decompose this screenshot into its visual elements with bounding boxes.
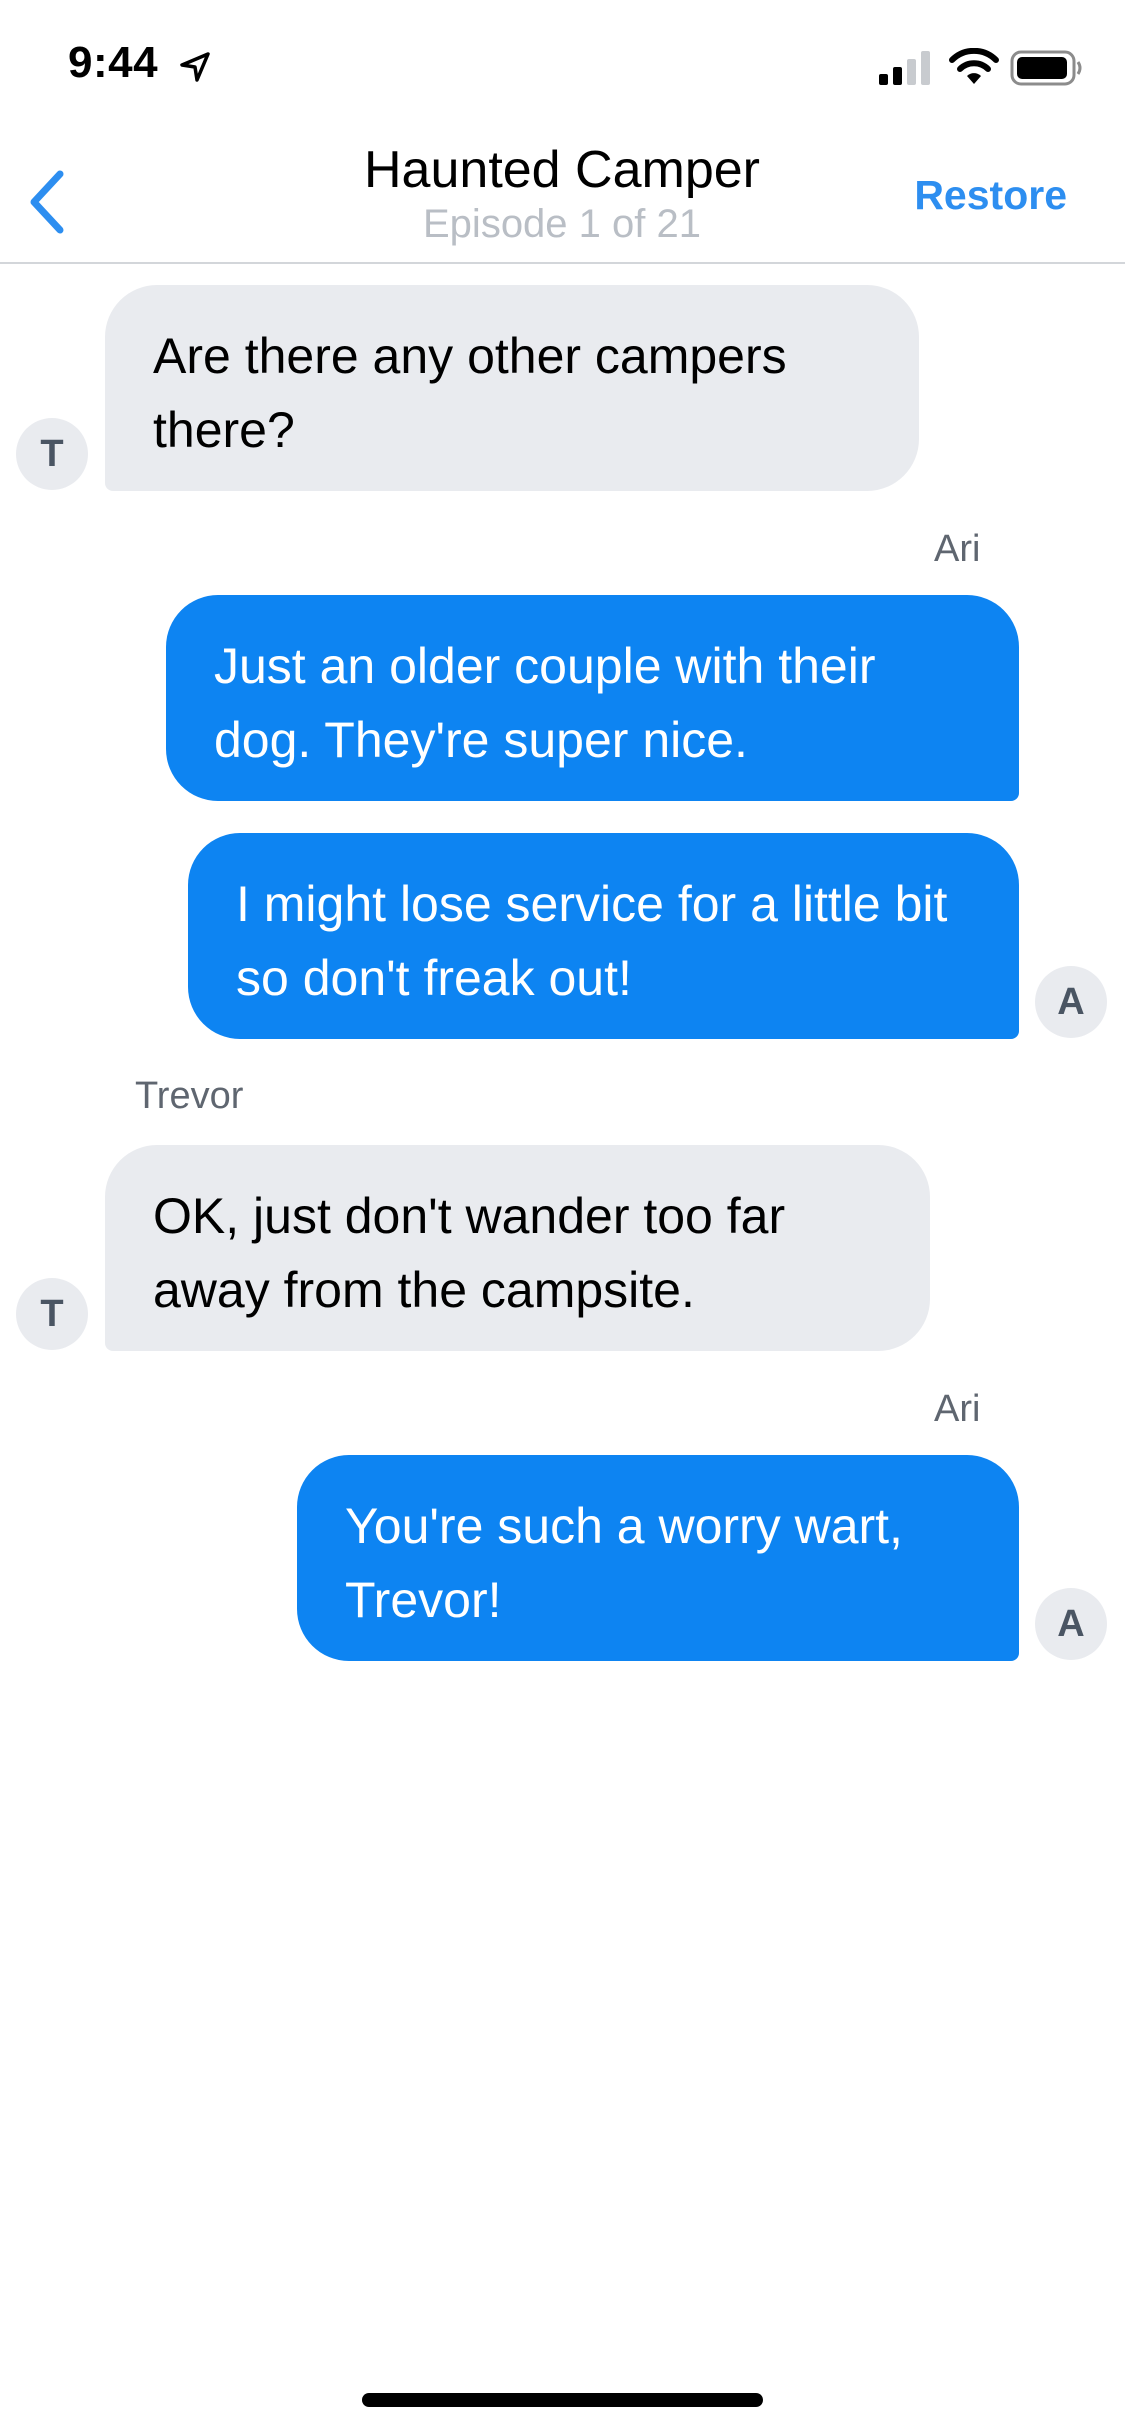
message-text: You're such a worry wart, Trevor! — [345, 1498, 903, 1628]
message-text: I might lose service for a little bit so… — [236, 876, 948, 1006]
message-bubble-incoming: OK, just don't wander too far away from … — [105, 1145, 930, 1351]
message-text: Just an older couple with their dog. The… — [214, 638, 876, 768]
message-text: OK, just don't wander too far away from … — [153, 1188, 786, 1318]
avatar: A — [1035, 966, 1107, 1038]
sender-name: Trevor — [135, 1075, 244, 1117]
message-bubble-outgoing: Just an older couple with their dog. The… — [166, 595, 1019, 801]
back-button[interactable] — [14, 160, 84, 240]
status-time: 9:44 — [68, 38, 159, 87]
sender-name: Ari — [934, 528, 981, 570]
avatar: T — [16, 1278, 88, 1350]
message-bubble-outgoing: You're such a worry wart, Trevor! — [297, 1455, 1019, 1661]
message-bubble-incoming: Are there any other campers there? — [105, 285, 919, 491]
location-arrow-icon — [180, 52, 210, 82]
message-bubble-outgoing: I might lose service for a little bit so… — [188, 833, 1019, 1039]
battery-icon — [1010, 50, 1082, 86]
avatar: T — [16, 418, 88, 490]
home-indicator[interactable] — [362, 2393, 763, 2407]
episode-subtitle: Episode 1 of 21 — [423, 202, 701, 246]
sender-name: Ari — [934, 1388, 981, 1430]
story-title: Haunted Camper — [364, 141, 760, 199]
cellular-signal-icon — [879, 51, 930, 85]
conversation-header: Haunted Camper Episode 1 of 21 Restore — [0, 132, 1125, 264]
status-bar: 9:44 — [0, 0, 1125, 132]
message-text: Are there any other campers there? — [153, 328, 787, 458]
wifi-icon — [949, 48, 999, 84]
chevron-left-icon — [30, 170, 64, 234]
restore-button[interactable]: Restore — [914, 172, 1067, 219]
avatar: A — [1035, 1588, 1107, 1660]
